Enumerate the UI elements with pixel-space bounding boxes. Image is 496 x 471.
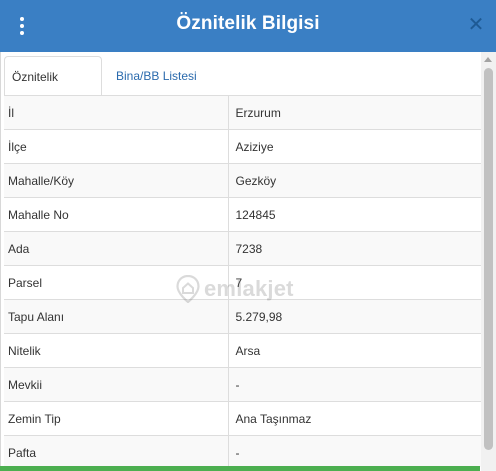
- scroll-thumb[interactable]: [484, 68, 493, 450]
- dialog-title: Öznitelik Bilgisi: [176, 13, 320, 34]
- table-row: İl Erzurum: [4, 95, 482, 130]
- row-value: Aziziye: [228, 129, 482, 164]
- attribute-table: İl Erzurum İlçe Aziziye Mahalle/Köy Gezk…: [4, 95, 482, 467]
- table-row: Parsel 7: [4, 265, 482, 300]
- row-key: İlçe: [4, 129, 229, 164]
- tab-bar: Öznitelik Bilgisi Bina/BB Listesi: [4, 56, 482, 124]
- row-key: İl: [4, 95, 229, 130]
- table-row: Zemin Tip Ana Taşınmaz: [4, 401, 482, 436]
- row-value: Ana Taşınmaz: [228, 401, 482, 436]
- table-row: Pafta -: [4, 435, 482, 467]
- dialog-body: Öznitelik Bilgisi Bina/BB Listesi İl Erz…: [0, 52, 496, 471]
- vertical-scrollbar[interactable]: [481, 52, 496, 471]
- row-value: 7: [228, 265, 482, 300]
- row-value: Erzurum: [228, 95, 482, 130]
- row-key: Parsel: [4, 265, 229, 300]
- table-row: Ada 7238: [4, 231, 482, 266]
- table-row: Tapu Alanı 5.279,98: [4, 299, 482, 334]
- row-key: Zemin Tip: [4, 401, 229, 436]
- row-value: -: [228, 367, 482, 402]
- table-row: Mahalle/Köy Gezköy: [4, 163, 482, 198]
- row-value: 7238: [228, 231, 482, 266]
- row-value: -: [228, 435, 482, 467]
- table-row: Nitelik Arsa: [4, 333, 482, 368]
- row-value: 5.279,98: [228, 299, 482, 334]
- row-key: Nitelik: [4, 333, 229, 368]
- table-row: Mahalle No 124845: [4, 197, 482, 232]
- row-key: Mevkii: [4, 367, 229, 402]
- close-icon[interactable]: ✕: [466, 14, 486, 36]
- tab-bina-bb-listesi[interactable]: Bina/BB Listesi: [104, 56, 207, 98]
- row-key: Mahalle/Köy: [4, 163, 229, 198]
- attribute-table-container[interactable]: İl Erzurum İlçe Aziziye Mahalle/Köy Gezk…: [4, 95, 482, 467]
- row-key: Tapu Alanı: [4, 299, 229, 334]
- row-value: Arsa: [228, 333, 482, 368]
- bottom-status-bar: [0, 466, 480, 471]
- table-row: Mevkii -: [4, 367, 482, 402]
- table-row: İlçe Aziziye: [4, 129, 482, 164]
- row-key: Pafta: [4, 435, 229, 467]
- dialog-header: Öznitelik Bilgisi ✕: [0, 0, 496, 52]
- tab-oznitelik-bilgisi[interactable]: Öznitelik Bilgisi: [4, 56, 102, 124]
- row-value: Gezköy: [228, 163, 482, 198]
- row-key: Ada: [4, 231, 229, 266]
- row-key: Mahalle No: [4, 197, 229, 232]
- scroll-up-arrow-icon[interactable]: [484, 57, 492, 62]
- row-value: 124845: [228, 197, 482, 232]
